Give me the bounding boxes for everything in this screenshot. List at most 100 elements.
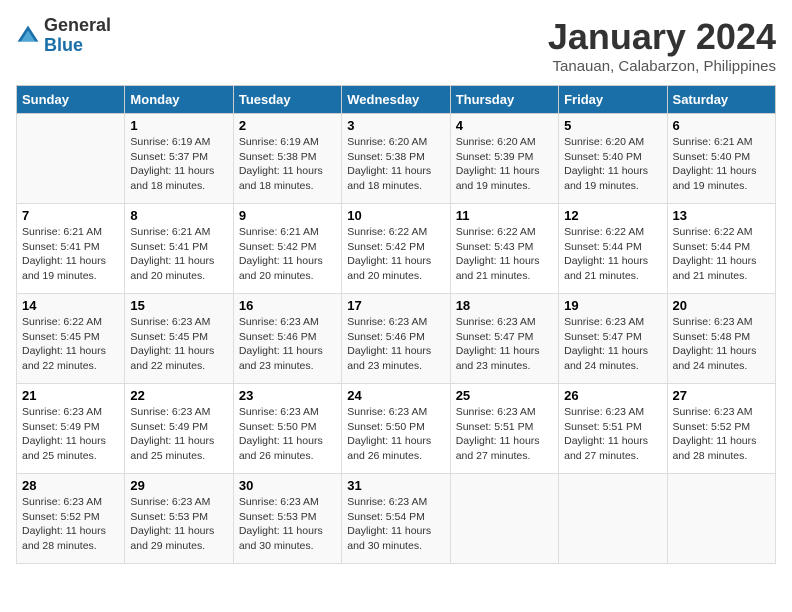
day-info: Sunrise: 6:23 AMSunset: 5:52 PMDaylight:… bbox=[22, 495, 119, 554]
header-thursday: Thursday bbox=[450, 86, 558, 114]
calendar-cell bbox=[17, 114, 125, 204]
day-number: 26 bbox=[564, 388, 661, 403]
calendar-cell: 15 Sunrise: 6:23 AMSunset: 5:45 PMDayligh… bbox=[125, 294, 233, 384]
calendar-cell: 17 Sunrise: 6:23 AMSunset: 5:46 PMDayligh… bbox=[342, 294, 450, 384]
day-info: Sunrise: 6:20 AMSunset: 5:39 PMDaylight:… bbox=[456, 135, 553, 194]
calendar-cell: 13 Sunrise: 6:22 AMSunset: 5:44 PMDayligh… bbox=[667, 204, 775, 294]
day-info: Sunrise: 6:23 AMSunset: 5:49 PMDaylight:… bbox=[22, 405, 119, 464]
calendar-cell: 27Sunrise: 6:23 AMSunset: 5:52 PMDayligh… bbox=[667, 384, 775, 474]
day-number: 1 bbox=[130, 118, 227, 133]
calendar-cell: 26 Sunrise: 6:23 AMSunset: 5:51 PMDayligh… bbox=[559, 384, 667, 474]
day-info: Sunrise: 6:22 AMSunset: 5:45 PMDaylight:… bbox=[22, 315, 119, 374]
calendar-cell: 14 Sunrise: 6:22 AMSunset: 5:45 PMDayligh… bbox=[17, 294, 125, 384]
day-info: Sunrise: 6:23 AMSunset: 5:53 PMDaylight:… bbox=[239, 495, 336, 554]
day-number: 21 bbox=[22, 388, 119, 403]
day-number: 2 bbox=[239, 118, 336, 133]
calendar-cell: 3Sunrise: 6:20 AMSunset: 5:38 PMDaylight… bbox=[342, 114, 450, 204]
day-info: Sunrise: 6:23 AMSunset: 5:50 PMDaylight:… bbox=[347, 405, 444, 464]
day-info: Sunrise: 6:21 AMSunset: 5:42 PMDaylight:… bbox=[239, 225, 336, 284]
day-number: 22 bbox=[130, 388, 227, 403]
header-tuesday: Tuesday bbox=[233, 86, 341, 114]
day-number: 17 bbox=[347, 298, 444, 313]
day-info: Sunrise: 6:23 AMSunset: 5:51 PMDaylight:… bbox=[564, 405, 661, 464]
calendar-cell: 25Sunrise: 6:23 AMSunset: 5:51 PMDayligh… bbox=[450, 384, 558, 474]
logo-icon bbox=[16, 24, 40, 48]
calendar-cell: 7Sunrise: 6:21 AMSunset: 5:41 PMDaylight… bbox=[17, 204, 125, 294]
calendar-header: Sunday Monday Tuesday Wednesday Thursday… bbox=[17, 86, 776, 114]
day-info: Sunrise: 6:22 AMSunset: 5:42 PMDaylight:… bbox=[347, 225, 444, 284]
day-number: 14 bbox=[22, 298, 119, 313]
day-info: Sunrise: 6:23 AMSunset: 5:50 PMDaylight:… bbox=[239, 405, 336, 464]
calendar-cell: 9 Sunrise: 6:21 AMSunset: 5:42 PMDaylight… bbox=[233, 204, 341, 294]
calendar-cell: 30 Sunrise: 6:23 AMSunset: 5:53 PMDayligh… bbox=[233, 474, 341, 564]
calendar-cell: 11Sunrise: 6:22 AMSunset: 5:43 PMDayligh… bbox=[450, 204, 558, 294]
day-info: Sunrise: 6:23 AMSunset: 5:48 PMDaylight:… bbox=[673, 315, 770, 374]
day-number: 30 bbox=[239, 478, 336, 493]
calendar-cell: 31Sunrise: 6:23 AMSunset: 5:54 PMDayligh… bbox=[342, 474, 450, 564]
day-number: 9 bbox=[239, 208, 336, 223]
day-number: 15 bbox=[130, 298, 227, 313]
calendar-week-1: 1 Sunrise: 6:19 AMSunset: 5:37 PMDaylight… bbox=[17, 114, 776, 204]
header-sunday: Sunday bbox=[17, 86, 125, 114]
day-number: 31 bbox=[347, 478, 444, 493]
day-number: 13 bbox=[673, 208, 770, 223]
day-info: Sunrise: 6:19 AMSunset: 5:37 PMDaylight:… bbox=[130, 135, 227, 194]
day-info: Sunrise: 6:23 AMSunset: 5:49 PMDaylight:… bbox=[130, 405, 227, 464]
calendar-body: 1 Sunrise: 6:19 AMSunset: 5:37 PMDaylight… bbox=[17, 114, 776, 564]
day-number: 8 bbox=[130, 208, 227, 223]
logo-general: General bbox=[44, 15, 111, 35]
calendar-cell: 6Sunrise: 6:21 AMSunset: 5:40 PMDaylight… bbox=[667, 114, 775, 204]
day-number: 6 bbox=[673, 118, 770, 133]
day-number: 20 bbox=[673, 298, 770, 313]
day-number: 16 bbox=[239, 298, 336, 313]
day-info: Sunrise: 6:23 AMSunset: 5:45 PMDaylight:… bbox=[130, 315, 227, 374]
calendar-cell: 28 Sunrise: 6:23 AMSunset: 5:52 PMDayligh… bbox=[17, 474, 125, 564]
day-number: 23 bbox=[239, 388, 336, 403]
logo-blue: Blue bbox=[44, 35, 83, 55]
title-block: January 2024 Tanauan, Calabarzon, Philip… bbox=[548, 16, 776, 75]
day-info: Sunrise: 6:20 AMSunset: 5:38 PMDaylight:… bbox=[347, 135, 444, 194]
day-info: Sunrise: 6:19 AMSunset: 5:38 PMDaylight:… bbox=[239, 135, 336, 194]
calendar-cell: 10 Sunrise: 6:22 AMSunset: 5:42 PMDayligh… bbox=[342, 204, 450, 294]
day-number: 24 bbox=[347, 388, 444, 403]
day-info: Sunrise: 6:23 AMSunset: 5:47 PMDaylight:… bbox=[564, 315, 661, 374]
calendar-cell: 4 Sunrise: 6:20 AMSunset: 5:39 PMDaylight… bbox=[450, 114, 558, 204]
logo-text: General Blue bbox=[44, 16, 111, 56]
day-info: Sunrise: 6:22 AMSunset: 5:44 PMDaylight:… bbox=[673, 225, 770, 284]
day-info: Sunrise: 6:20 AMSunset: 5:40 PMDaylight:… bbox=[564, 135, 661, 194]
day-number: 18 bbox=[456, 298, 553, 313]
day-info: Sunrise: 6:23 AMSunset: 5:46 PMDaylight:… bbox=[347, 315, 444, 374]
day-number: 4 bbox=[456, 118, 553, 133]
calendar-cell bbox=[667, 474, 775, 564]
calendar-cell: 12Sunrise: 6:22 AMSunset: 5:44 PMDayligh… bbox=[559, 204, 667, 294]
location-subtitle: Tanauan, Calabarzon, Philippines bbox=[548, 58, 776, 75]
day-number: 10 bbox=[347, 208, 444, 223]
calendar-cell: 23 Sunrise: 6:23 AMSunset: 5:50 PMDayligh… bbox=[233, 384, 341, 474]
day-number: 28 bbox=[22, 478, 119, 493]
day-info: Sunrise: 6:23 AMSunset: 5:53 PMDaylight:… bbox=[130, 495, 227, 554]
calendar-week-3: 14 Sunrise: 6:22 AMSunset: 5:45 PMDayligh… bbox=[17, 294, 776, 384]
calendar-cell: 21 Sunrise: 6:23 AMSunset: 5:49 PMDayligh… bbox=[17, 384, 125, 474]
day-info: Sunrise: 6:21 AMSunset: 5:41 PMDaylight:… bbox=[130, 225, 227, 284]
logo: General Blue bbox=[16, 16, 111, 56]
header-monday: Monday bbox=[125, 86, 233, 114]
header-wednesday: Wednesday bbox=[342, 86, 450, 114]
day-info: Sunrise: 6:22 AMSunset: 5:44 PMDaylight:… bbox=[564, 225, 661, 284]
header-row: Sunday Monday Tuesday Wednesday Thursday… bbox=[17, 86, 776, 114]
day-number: 19 bbox=[564, 298, 661, 313]
calendar-cell: 24 Sunrise: 6:23 AMSunset: 5:50 PMDayligh… bbox=[342, 384, 450, 474]
calendar-cell: 1 Sunrise: 6:19 AMSunset: 5:37 PMDaylight… bbox=[125, 114, 233, 204]
calendar-table: Sunday Monday Tuesday Wednesday Thursday… bbox=[16, 85, 776, 564]
calendar-cell: 20 Sunrise: 6:23 AMSunset: 5:48 PMDayligh… bbox=[667, 294, 775, 384]
header-friday: Friday bbox=[559, 86, 667, 114]
calendar-cell: 29Sunrise: 6:23 AMSunset: 5:53 PMDayligh… bbox=[125, 474, 233, 564]
day-info: Sunrise: 6:21 AMSunset: 5:41 PMDaylight:… bbox=[22, 225, 119, 284]
calendar-week-2: 7Sunrise: 6:21 AMSunset: 5:41 PMDaylight… bbox=[17, 204, 776, 294]
calendar-cell bbox=[450, 474, 558, 564]
calendar-cell: 5Sunrise: 6:20 AMSunset: 5:40 PMDaylight… bbox=[559, 114, 667, 204]
day-info: Sunrise: 6:22 AMSunset: 5:43 PMDaylight:… bbox=[456, 225, 553, 284]
day-info: Sunrise: 6:23 AMSunset: 5:52 PMDaylight:… bbox=[673, 405, 770, 464]
calendar-cell: 8 Sunrise: 6:21 AMSunset: 5:41 PMDaylight… bbox=[125, 204, 233, 294]
calendar-week-5: 28 Sunrise: 6:23 AMSunset: 5:52 PMDayligh… bbox=[17, 474, 776, 564]
calendar-cell: 22 Sunrise: 6:23 AMSunset: 5:49 PMDayligh… bbox=[125, 384, 233, 474]
